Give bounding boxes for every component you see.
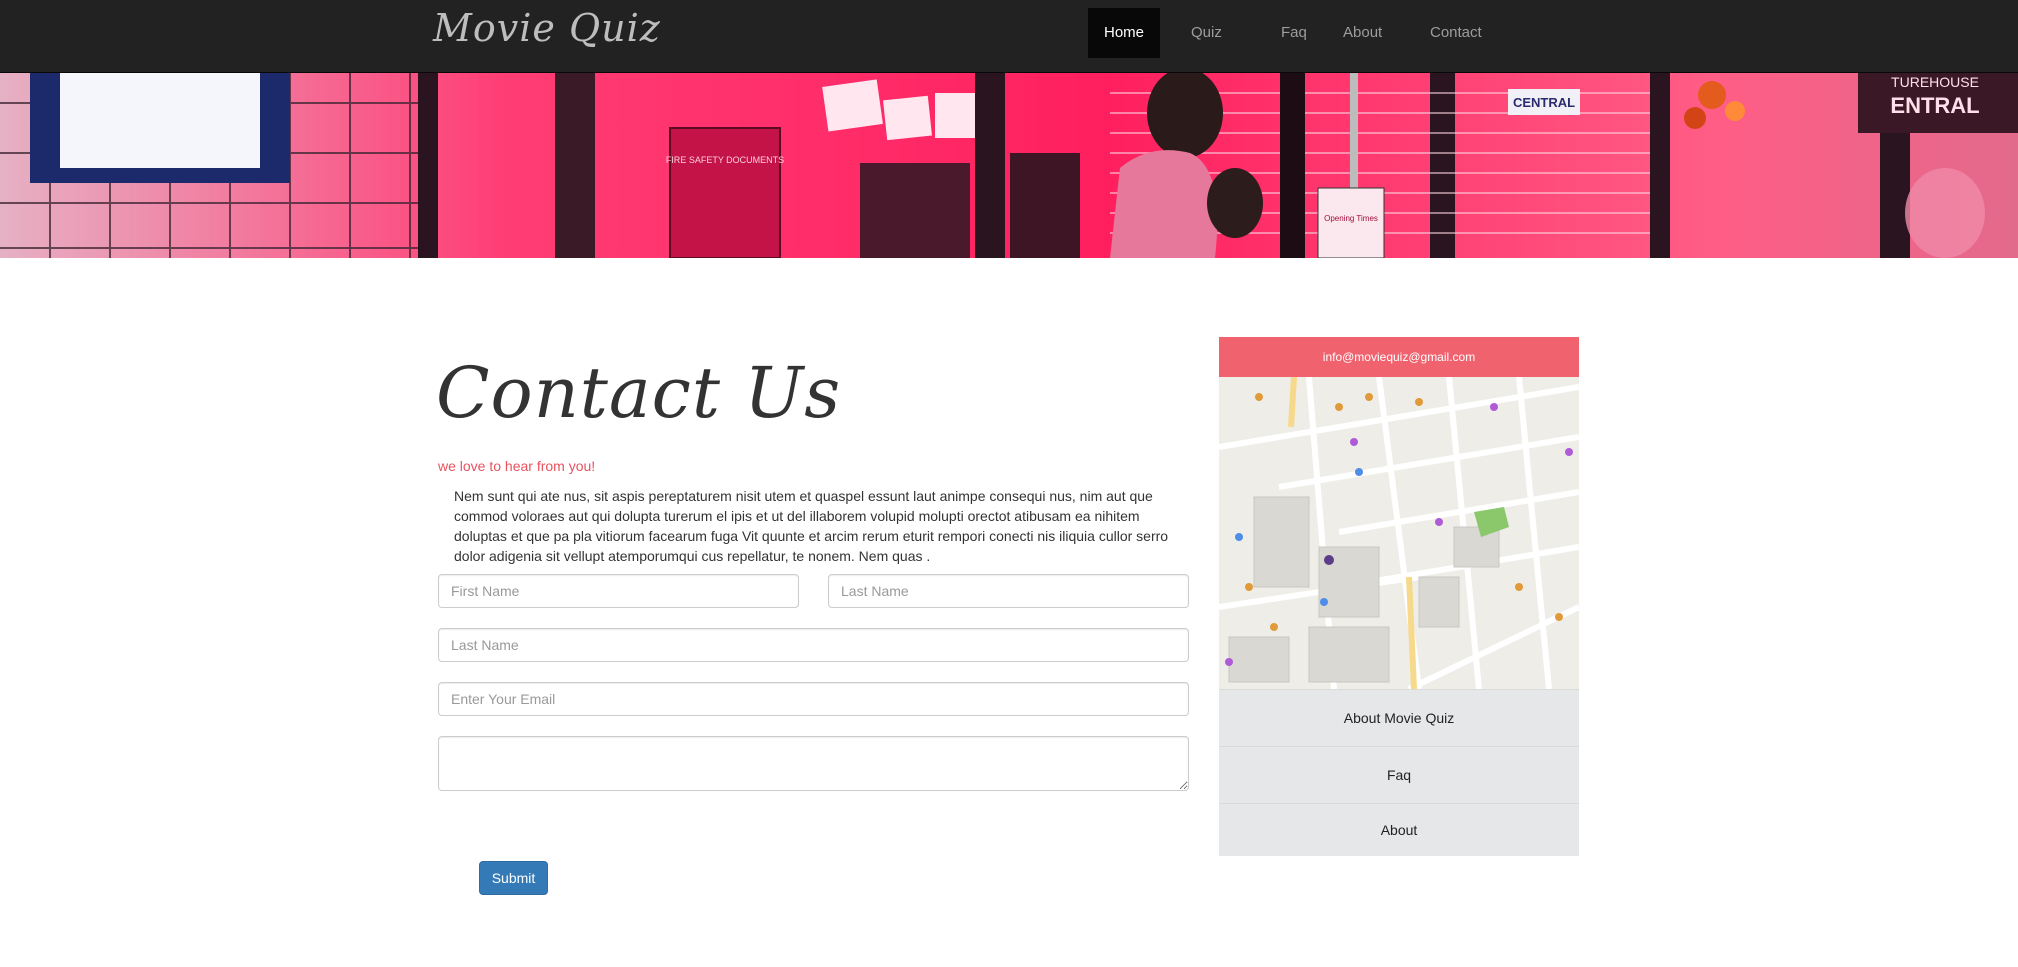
location-map[interactable] — [1219, 377, 1579, 689]
nav-quiz[interactable]: Quiz — [1175, 8, 1238, 58]
central-sign-text: CENTRAL — [1513, 95, 1575, 110]
last-name-input-full[interactable] — [438, 628, 1189, 662]
nav-faq[interactable]: Faq — [1265, 8, 1323, 58]
opening-times-text: Opening Times — [1324, 214, 1378, 223]
intro-paragraph: Nem sunt qui ate nus, sit aspis pereptat… — [454, 488, 1169, 564]
sidebar-link-about[interactable]: About — [1219, 803, 1579, 856]
contact-sidebar: info@moviequiz@gmail.com About Movie Qui… — [1219, 337, 1579, 856]
last-name-input[interactable] — [828, 574, 1189, 608]
page-title: Contact Us — [436, 352, 842, 434]
contact-email[interactable]: info@moviequiz@gmail.com — [1219, 337, 1579, 377]
first-name-input[interactable] — [438, 574, 799, 608]
sidebar-link-faq[interactable]: Faq — [1219, 746, 1579, 803]
top-navbar: Movie Quiz Home Quiz Faq About Contact — [0, 0, 2018, 73]
message-textarea[interactable] — [438, 736, 1189, 791]
brand-logo[interactable]: Movie Quiz — [433, 6, 661, 50]
nav-contact[interactable]: Contact — [1414, 8, 1498, 58]
tagline: we love to hear from you! — [438, 458, 596, 474]
email-input[interactable] — [438, 682, 1189, 716]
nav-home[interactable]: Home — [1088, 8, 1161, 58]
sidebar-link-about-movie-quiz[interactable]: About Movie Quiz — [1219, 689, 1579, 746]
hero-banner: FIRE SAFETY DOCUMENTS CENTRAL Opening Ti… — [0, 73, 2018, 258]
picturehouse-text: TUREHOUSE — [1891, 74, 1979, 90]
nav-about[interactable]: About — [1327, 8, 1398, 58]
submit-button[interactable]: Submit — [479, 861, 548, 895]
central-big-text: ENTRAL — [1890, 93, 1979, 118]
hero-image: FIRE SAFETY DOCUMENTS CENTRAL Opening Ti… — [0, 73, 2018, 258]
fire-box-text: FIRE SAFETY DOCUMENTS — [666, 155, 784, 165]
